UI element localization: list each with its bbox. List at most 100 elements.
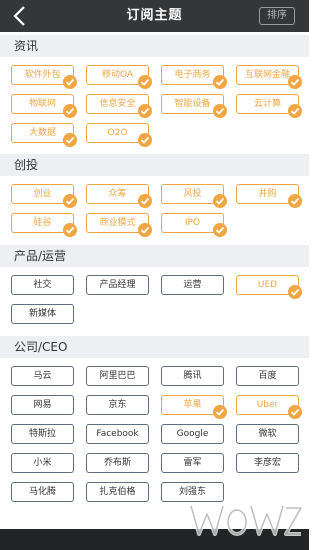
topic-chip[interactable]: 阿里巴巴: [86, 366, 149, 386]
check-circle-icon: [63, 133, 77, 147]
check-circle-icon: [138, 194, 152, 208]
topic-chip-label: 特斯拉: [28, 429, 56, 439]
topic-chip[interactable]: 运营: [161, 275, 224, 295]
topic-chip-label: 商业模式: [99, 218, 136, 228]
check-circle-icon: [213, 194, 227, 208]
check-circle-icon: [288, 405, 302, 419]
topic-chip-label: 产品经理: [99, 280, 136, 290]
topic-chip-label: 社交: [33, 280, 52, 290]
topic-chip-label: 大数据: [28, 128, 56, 138]
topic-chip[interactable]: 马云: [11, 366, 74, 386]
check-circle-icon: [63, 194, 77, 208]
topic-chip-label: 电子商务: [174, 70, 211, 80]
navigation-bar: 订阅主题 排序: [0, 0, 309, 32]
topic-chip[interactable]: 产品经理: [86, 275, 149, 295]
section-header: 公司/CEO: [0, 336, 309, 358]
check-circle-icon: [63, 223, 77, 237]
watermark-logo: [189, 505, 303, 536]
topic-chip[interactable]: 大数据: [11, 123, 77, 147]
topic-chip[interactable]: 李彦宏: [236, 453, 299, 473]
topic-chip-label: 物联网: [28, 99, 56, 109]
topic-chip[interactable]: 众筹: [86, 184, 152, 208]
topic-chip-label: Uber: [256, 400, 279, 410]
check-circle-icon: [288, 194, 302, 208]
topic-chip-label: 创业: [33, 189, 52, 199]
check-circle-icon: [213, 75, 227, 89]
topic-chip[interactable]: 电子商务: [161, 65, 227, 89]
topic-chip[interactable]: 微软: [236, 424, 299, 444]
topic-chip[interactable]: 信息安全: [86, 94, 152, 118]
topic-chip-label: 苹果: [183, 400, 202, 410]
check-circle-icon: [213, 223, 227, 237]
topic-chip-label: 新媒体: [28, 309, 56, 319]
topic-chip-label: 百度: [258, 371, 277, 381]
topic-chip-label: 阿里巴巴: [99, 371, 136, 381]
topic-chip[interactable]: 乔布斯: [86, 453, 149, 473]
topic-chip[interactable]: 硅谷: [11, 213, 77, 237]
check-circle-icon: [138, 104, 152, 118]
topic-chip-label: Facebook: [96, 429, 139, 439]
topic-chip-label: 硅谷: [33, 218, 52, 228]
topic-chip[interactable]: O2O: [86, 123, 152, 147]
topic-chip[interactable]: 商业模式: [86, 213, 152, 237]
topic-chip[interactable]: 新媒体: [11, 304, 74, 324]
topic-chip[interactable]: 百度: [236, 366, 299, 386]
topic-chip[interactable]: IPO: [161, 213, 227, 237]
section-header: 资讯: [0, 35, 309, 57]
topic-chip[interactable]: 腾讯: [161, 366, 224, 386]
topic-chip-label: 扎克伯格: [99, 487, 136, 497]
topic-chip[interactable]: 智能设备: [161, 94, 227, 118]
check-circle-icon: [288, 285, 302, 299]
topic-chip[interactable]: 网易: [11, 395, 74, 415]
section-header: 产品/运营: [0, 245, 309, 267]
topic-chip[interactable]: 移动OA: [86, 65, 152, 89]
topic-chip-label: UED: [257, 280, 278, 290]
topic-chip[interactable]: 并购: [236, 184, 302, 208]
topic-chip[interactable]: 京东: [86, 395, 149, 415]
topic-chip-label: 乔布斯: [103, 458, 131, 468]
topic-chip-label: 风投: [183, 189, 202, 199]
topic-chip-label: 并购: [258, 189, 277, 199]
topic-chip[interactable]: Facebook: [86, 424, 149, 444]
section-header: 创投: [0, 154, 309, 176]
topic-chip[interactable]: 互联网金融: [236, 65, 302, 89]
topic-chip[interactable]: 风投: [161, 184, 227, 208]
topic-chip[interactable]: 雷军: [161, 453, 224, 473]
topic-chip-label: 信息安全: [99, 99, 136, 109]
topic-chip[interactable]: Google: [161, 424, 224, 444]
topic-chip-label: Google: [176, 429, 209, 439]
topic-chip-label: 腾讯: [183, 371, 202, 381]
topic-chip-label: 马云: [33, 371, 52, 381]
check-circle-icon: [213, 405, 227, 419]
topic-chip-label: 小米: [33, 458, 52, 468]
topic-chip[interactable]: 软件外包: [11, 65, 77, 89]
topic-chip-label: 智能设备: [174, 99, 211, 109]
check-circle-icon: [288, 104, 302, 118]
topic-chip[interactable]: 扎克伯格: [86, 482, 149, 502]
topic-chip[interactable]: 马化腾: [11, 482, 74, 502]
topic-chip[interactable]: 小米: [11, 453, 74, 473]
topic-chip[interactable]: 物联网: [11, 94, 77, 118]
sort-button[interactable]: 排序: [259, 7, 295, 25]
topic-chip[interactable]: Uber: [236, 395, 302, 419]
topic-chip[interactable]: 苹果: [161, 395, 227, 419]
check-circle-icon: [63, 75, 77, 89]
topic-chip[interactable]: 创业: [11, 184, 77, 208]
topic-chip-label: 京东: [108, 400, 127, 410]
topic-chip-label: 马化腾: [28, 487, 56, 497]
topic-chip-label: IPO: [184, 218, 201, 228]
check-circle-icon: [138, 133, 152, 147]
topic-chip-label: 云计算: [253, 99, 281, 109]
topic-chip-label: 软件外包: [24, 70, 61, 80]
topic-chip-label: 李彦宏: [253, 458, 281, 468]
topic-chip[interactable]: 社交: [11, 275, 74, 295]
check-circle-icon: [213, 104, 227, 118]
topic-chip[interactable]: UED: [236, 275, 302, 299]
topic-chip-label: 雷军: [183, 458, 202, 468]
topic-chip-label: 互联网金融: [244, 70, 290, 80]
topic-chip-label: 众筹: [108, 189, 127, 199]
topic-chip-label: 网易: [33, 400, 52, 410]
topic-chip[interactable]: 云计算: [236, 94, 302, 118]
topic-chip[interactable]: 特斯拉: [11, 424, 74, 444]
topic-chip-label: 移动OA: [101, 70, 134, 80]
